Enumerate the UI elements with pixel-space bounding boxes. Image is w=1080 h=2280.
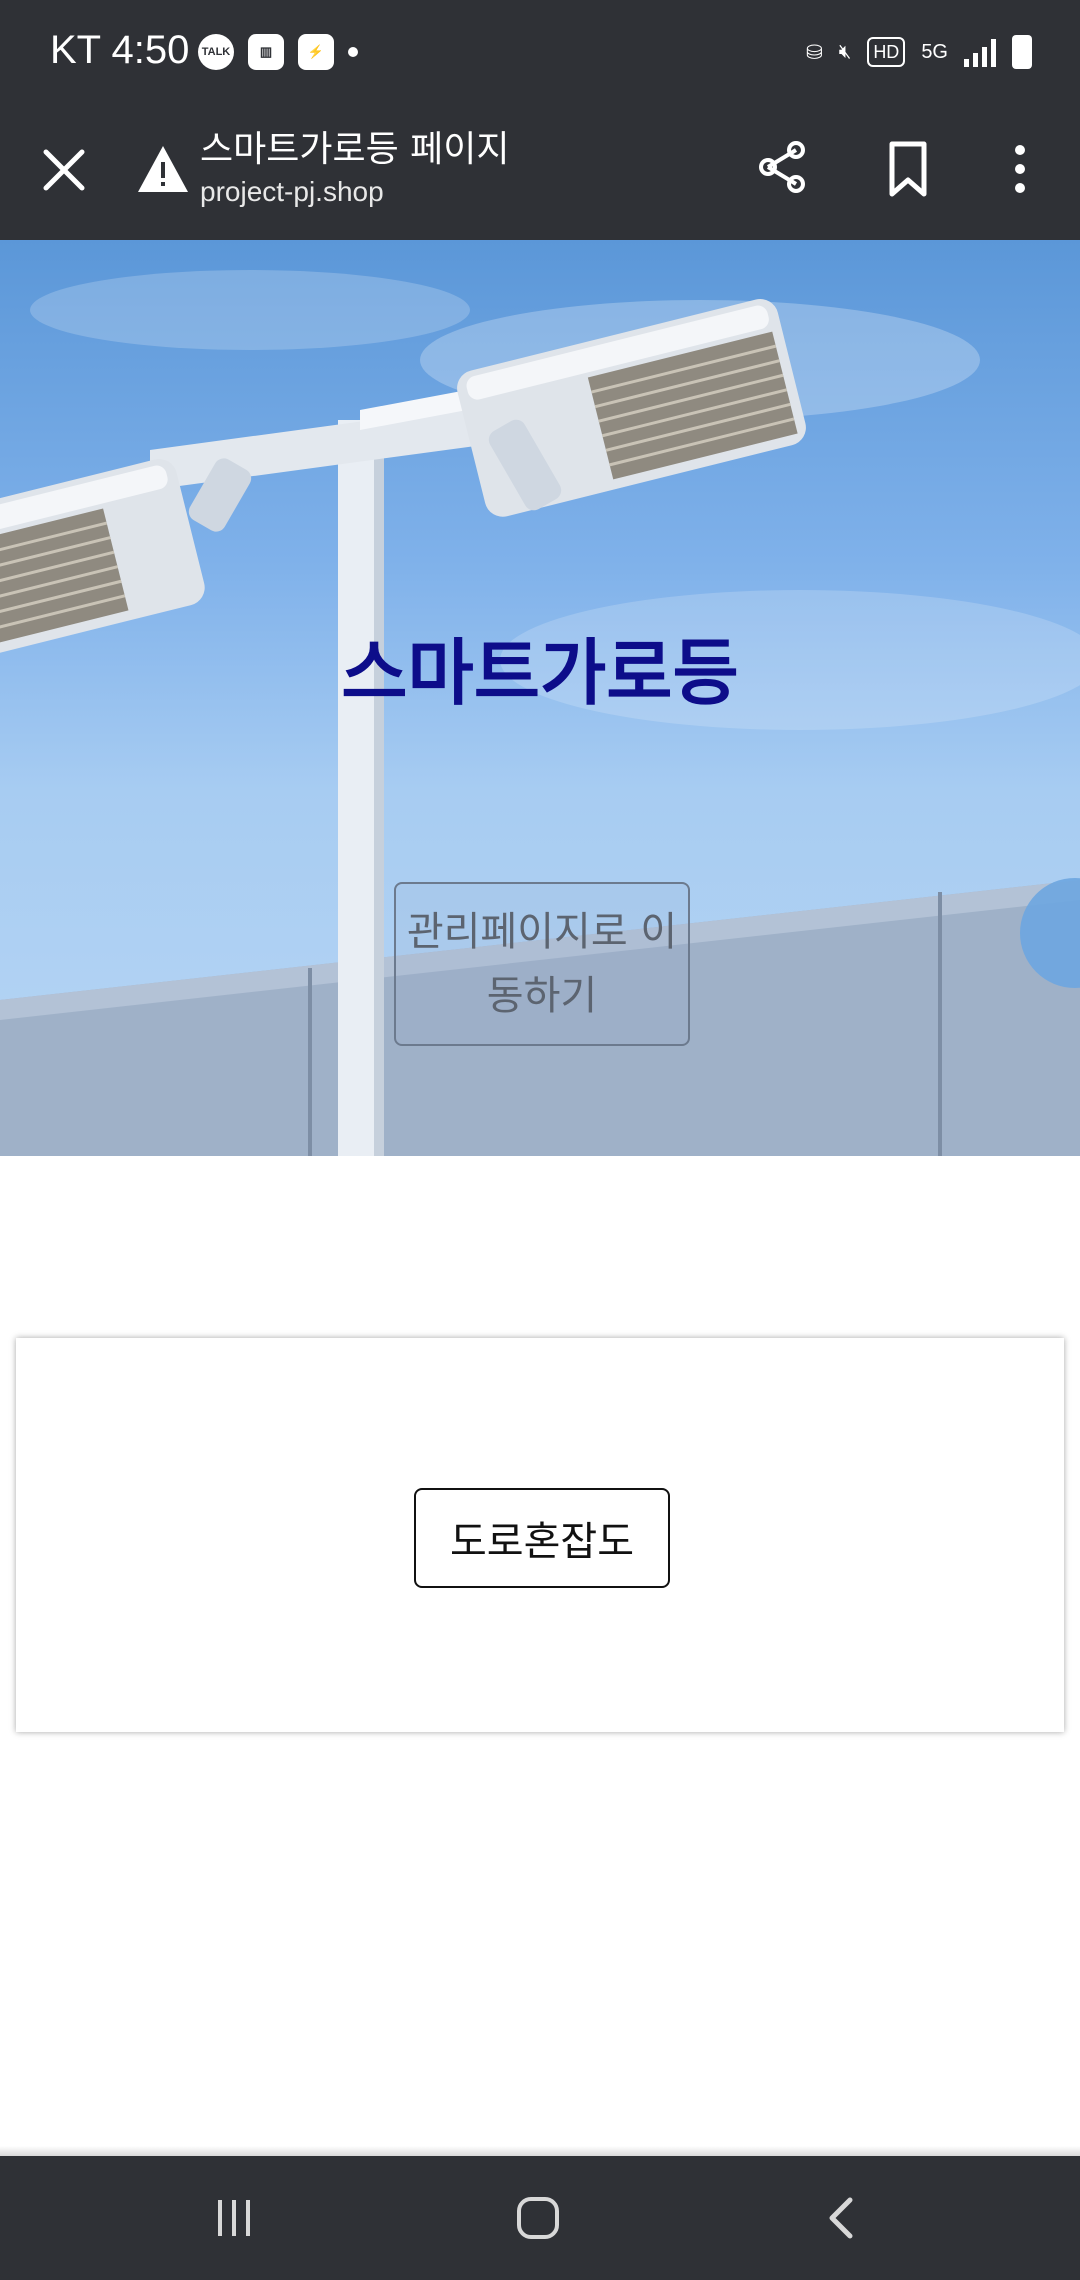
phone-data-icon: ▥ (248, 34, 284, 70)
flash-icon: ⚡ (298, 34, 334, 70)
network-5g-icon: 5G (921, 40, 948, 63)
share-icon[interactable] (752, 136, 814, 198)
home-icon[interactable] (514, 2194, 562, 2242)
admin-page-button[interactable]: 관리페이지로 이동하기 (394, 882, 690, 1046)
system-status-icons: ⛁ 🔇︎ HD 5G (806, 34, 1032, 70)
traffic-congestion-button[interactable]: 도로혼잡도 (414, 1488, 670, 1588)
status-bar: KT 4:50 TALK ▥ ⚡ ⛁ 🔇︎ HD 5G (0, 0, 1080, 108)
hero-banner: 스마트가로등 관리페이지로 이동하기 (0, 240, 1080, 1156)
battery-saver-icon: ⛁ (805, 41, 823, 64)
warning-icon[interactable] (136, 142, 190, 196)
hd-voice-icon: HD (867, 37, 906, 67)
signal-strength-icon (964, 37, 996, 67)
mute-icon: 🔇︎ (838, 40, 852, 63)
traffic-card: 도로혼잡도 (16, 1338, 1064, 1732)
browser-toolbar: 스마트가로등 페이지 project-pj.shop (0, 108, 1080, 240)
system-navigation-bar (0, 2156, 1080, 2280)
notification-icons: TALK ▥ ⚡ (198, 34, 358, 70)
more-options-icon[interactable] (1000, 138, 1040, 200)
hero-title: 스마트가로등 (341, 631, 739, 715)
back-icon[interactable] (822, 2194, 862, 2242)
kakaotalk-icon: TALK (198, 34, 234, 70)
page-title: 스마트가로등 페이지 (200, 129, 510, 170)
recent-apps-icon[interactable] (212, 2196, 256, 2240)
nav-shadow (0, 2146, 1080, 2156)
battery-icon (1012, 35, 1032, 69)
bookmark-icon[interactable] (880, 138, 936, 200)
more-notifications-dot-icon (348, 47, 358, 57)
close-icon[interactable] (34, 140, 94, 200)
page-url: project-pj.shop (200, 176, 384, 207)
status-time: KT 4:50 (50, 28, 190, 72)
